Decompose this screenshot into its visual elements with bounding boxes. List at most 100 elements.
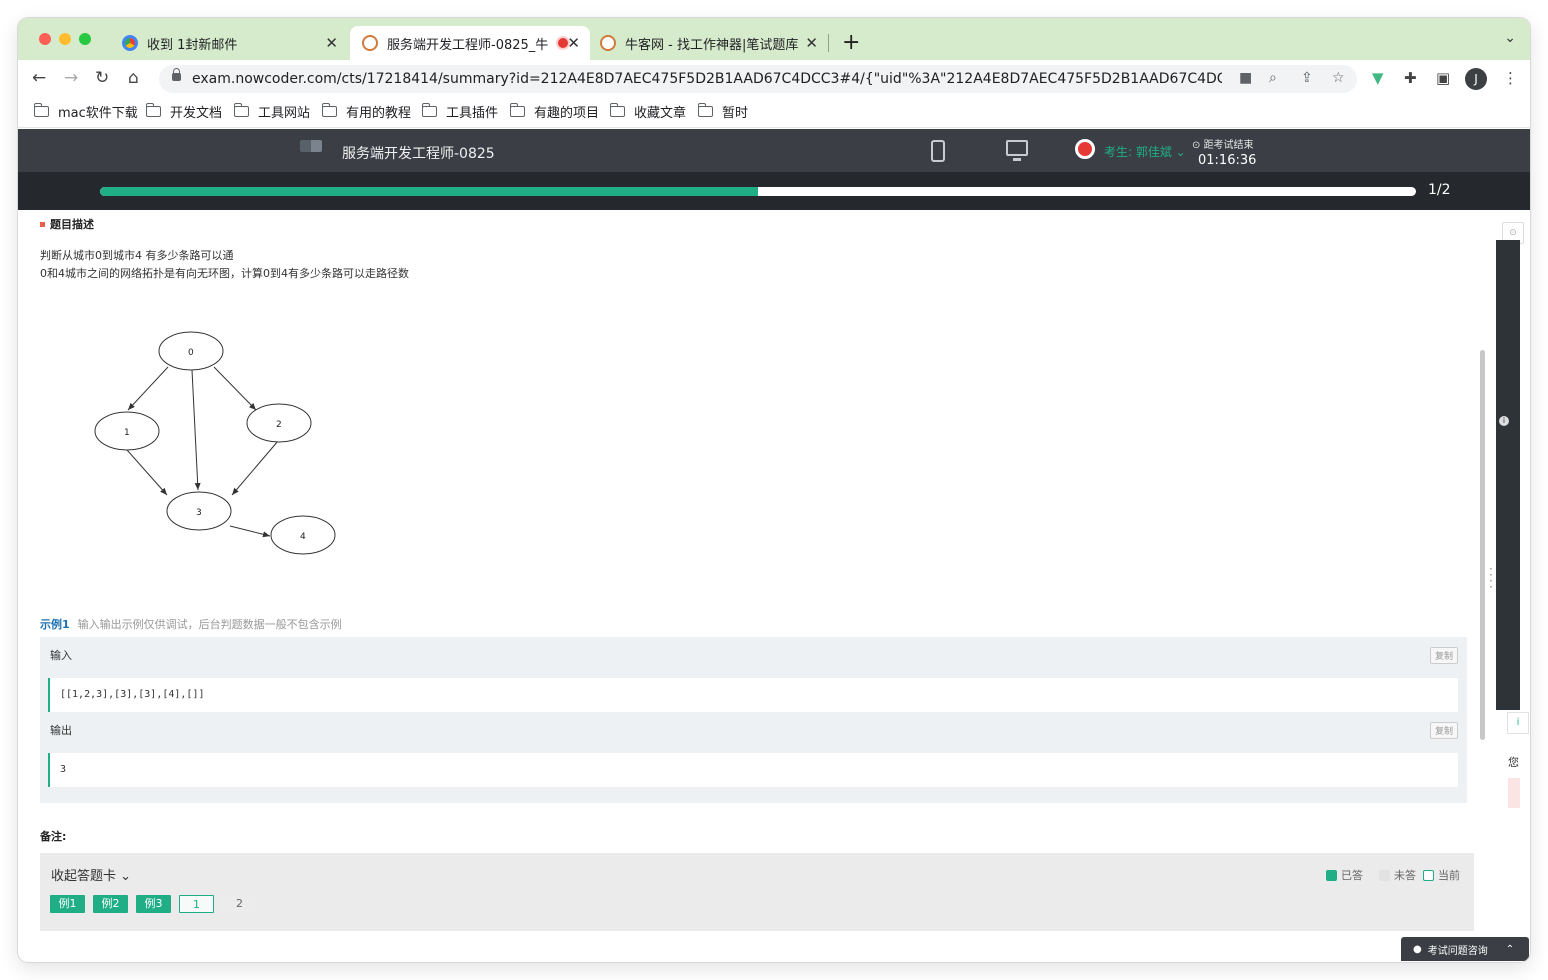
description-line: 判断从城市0到城市4 有多少条路可以通: [40, 249, 234, 262]
tab-search-chevron-icon[interactable]: ⌄: [1504, 30, 1516, 46]
legend-text: 未答: [1394, 869, 1416, 882]
webcam-icon[interactable]: [1075, 139, 1095, 159]
collapse-answer-card-button[interactable]: 收起答题卡 ⌄: [51, 865, 131, 884]
progress-bar-area: 1/2: [18, 172, 1530, 210]
exam-page: 服务端开发工程师-0825 考生: 郭佳斌 ⌄ ⊙ 距考试结束 01:16:36…: [18, 129, 1530, 962]
bookmarks-bar: mac软件下载 开发文档 工具网站 有用的教程 工具插件 有趣的项目 收藏文章 …: [18, 98, 1530, 128]
examinee-name: 考生: 郭佳斌: [1104, 145, 1172, 159]
example-io-box: 输入 复制 [[1,2,3],[3],[3],[4],[]] 输出 复制 3: [40, 637, 1467, 803]
home-icon[interactable]: ⌂: [128, 68, 139, 88]
folder-icon: [421, 103, 437, 117]
bookmark-folder[interactable]: 工具插件: [421, 102, 498, 121]
address-bar[interactable]: exam.nowcoder.com/cts/17218414/summary?i…: [159, 65, 1357, 93]
mail-favicon-icon: [122, 35, 138, 51]
example-note: 输入输出示例仅供调试，后台判题数据一般不包含示例: [77, 618, 342, 631]
question-button[interactable]: 例2: [93, 895, 128, 913]
tab-title: 牛客网 - 找工作神器|笔试题库|面: [625, 37, 799, 53]
node-label: 2: [276, 420, 282, 430]
question-button[interactable]: 1: [179, 895, 214, 913]
tab-close-icon[interactable]: ✕: [567, 34, 580, 52]
tab-close-icon[interactable]: ✕: [805, 34, 818, 52]
tab-exam[interactable]: 服务端开发工程师-0825_牛 ✕: [350, 26, 590, 60]
description-line: 0和4城市之间的网络拓扑是有向无环图，计算0到4有多少条路可以走路径数: [40, 267, 409, 280]
vue-devtools-icon[interactable]: ▼: [1372, 69, 1384, 87]
bookmark-folder[interactable]: mac软件下载: [33, 102, 138, 121]
zoom-icon[interactable]: ⌕: [1269, 70, 1277, 86]
side-text: 您: [1508, 756, 1519, 769]
question-button[interactable]: 例1: [50, 895, 85, 913]
exam-help-button[interactable]: ● 考试问题咨询 ⌃: [1401, 937, 1529, 961]
edge-0-1: [127, 366, 169, 411]
folder-icon: [145, 103, 161, 117]
bookmark-star-icon[interactable]: ☆: [1332, 70, 1345, 86]
close-window-button[interactable]: [39, 33, 51, 45]
tab-mail[interactable]: 收到 1封新邮件 ✕: [114, 26, 348, 60]
chat-icon: ●: [1413, 943, 1422, 955]
progress-track: [100, 187, 1416, 196]
bookmark-folder[interactable]: 工具网站: [233, 102, 311, 121]
chevron-up-icon: ⌃: [1505, 943, 1515, 955]
minimize-window-button[interactable]: [59, 33, 71, 45]
side-panel-icon[interactable]: ▣: [1436, 69, 1450, 87]
maximize-window-button[interactable]: [79, 33, 91, 45]
menu-icon[interactable]: ⋮: [1503, 69, 1518, 87]
copy-output-button[interactable]: 复制: [1429, 722, 1458, 739]
legend-text: 已答: [1341, 869, 1363, 882]
answered-swatch: [1326, 869, 1337, 881]
tab-nowcoder[interactable]: 牛客网 - 找工作神器|笔试题库|面 ✕: [592, 26, 828, 60]
node-label: 1: [124, 428, 130, 438]
bookmark-folder[interactable]: 有趣的项目: [509, 102, 599, 121]
new-tab-button[interactable]: +: [842, 30, 860, 55]
profile-avatar[interactable]: J: [1465, 68, 1487, 90]
folder-icon: [321, 103, 337, 117]
input-value[interactable]: [[1,2,3],[3],[3],[4],[]]: [48, 678, 1458, 712]
mobile-icon[interactable]: [931, 140, 945, 162]
copy-input-button[interactable]: 复制: [1429, 647, 1458, 664]
remark-label: 备注:: [40, 830, 67, 843]
nowcoder-favicon-icon: [600, 35, 616, 51]
output-value[interactable]: 3: [48, 753, 1458, 787]
progress-fill: [100, 187, 758, 196]
back-icon[interactable]: ←: [32, 68, 46, 88]
browser-toolbar: ← → ↻ ⌂ exam.nowcoder.com/cts/17218414/s…: [18, 60, 1530, 98]
nowcoder-logo: [300, 140, 322, 152]
code-editor-panel[interactable]: [1496, 240, 1520, 710]
camera-icon[interactable]: ■: [1239, 70, 1252, 86]
side-tab[interactable]: i: [1507, 712, 1529, 734]
bookmark-folder[interactable]: 暂时: [697, 102, 749, 121]
question-content: 题目描述 判断从城市0到城市4 有多少条路可以通 0和4城市之间的网络拓扑是有向…: [18, 210, 1530, 962]
tab-title: 服务端开发工程师-0825_牛: [387, 37, 549, 53]
node-label: 3: [196, 508, 202, 518]
bookmark-folder[interactable]: 开发文档: [145, 102, 222, 121]
extensions-icon[interactable]: ✚: [1404, 69, 1417, 87]
question-button[interactable]: 2: [222, 895, 257, 913]
exam-header: 服务端开发工程师-0825 考生: 郭佳斌 ⌄ ⊙ 距考试结束 01:16:36…: [18, 129, 1530, 210]
lock-icon[interactable]: [172, 68, 181, 81]
side-alert: [1508, 778, 1520, 808]
folder-icon: [33, 103, 49, 117]
bookmark-folder[interactable]: 有用的教程: [321, 102, 411, 121]
current-swatch: [1423, 869, 1434, 881]
reload-icon[interactable]: ↻: [95, 68, 109, 88]
forward-icon[interactable]: →: [64, 68, 78, 88]
monitor-icon[interactable]: [1006, 140, 1028, 161]
question-button[interactable]: 例3: [136, 895, 171, 913]
section-title-text: 题目描述: [50, 218, 94, 231]
examinee-dropdown[interactable]: 考生: 郭佳斌 ⌄: [1104, 143, 1186, 160]
folder-icon: [233, 103, 249, 117]
content-scrollbar[interactable]: [1480, 350, 1485, 740]
output-label: 输出: [50, 724, 72, 737]
bookmark-folder[interactable]: 收藏文章: [609, 102, 686, 121]
bookmark-label: mac软件下载: [58, 106, 138, 121]
unanswered-swatch: [1379, 869, 1390, 881]
bookmark-label: 工具网站: [258, 106, 311, 121]
share-icon[interactable]: ⇪: [1301, 70, 1313, 86]
url-text[interactable]: exam.nowcoder.com/cts/17218414/summary?i…: [192, 71, 1222, 87]
resize-handle[interactable]: · · · ·: [1489, 563, 1493, 593]
edge-1-3: [126, 449, 168, 496]
bookmark-label: 暂时: [722, 106, 749, 121]
info-icon[interactable]: i: [1499, 416, 1509, 426]
tab-close-icon[interactable]: ✕: [325, 34, 338, 52]
question-description: 判断从城市0到城市4 有多少条路可以通 0和4城市之间的网络拓扑是有向无环图，计…: [40, 247, 409, 283]
edge-0-3: [191, 369, 201, 491]
